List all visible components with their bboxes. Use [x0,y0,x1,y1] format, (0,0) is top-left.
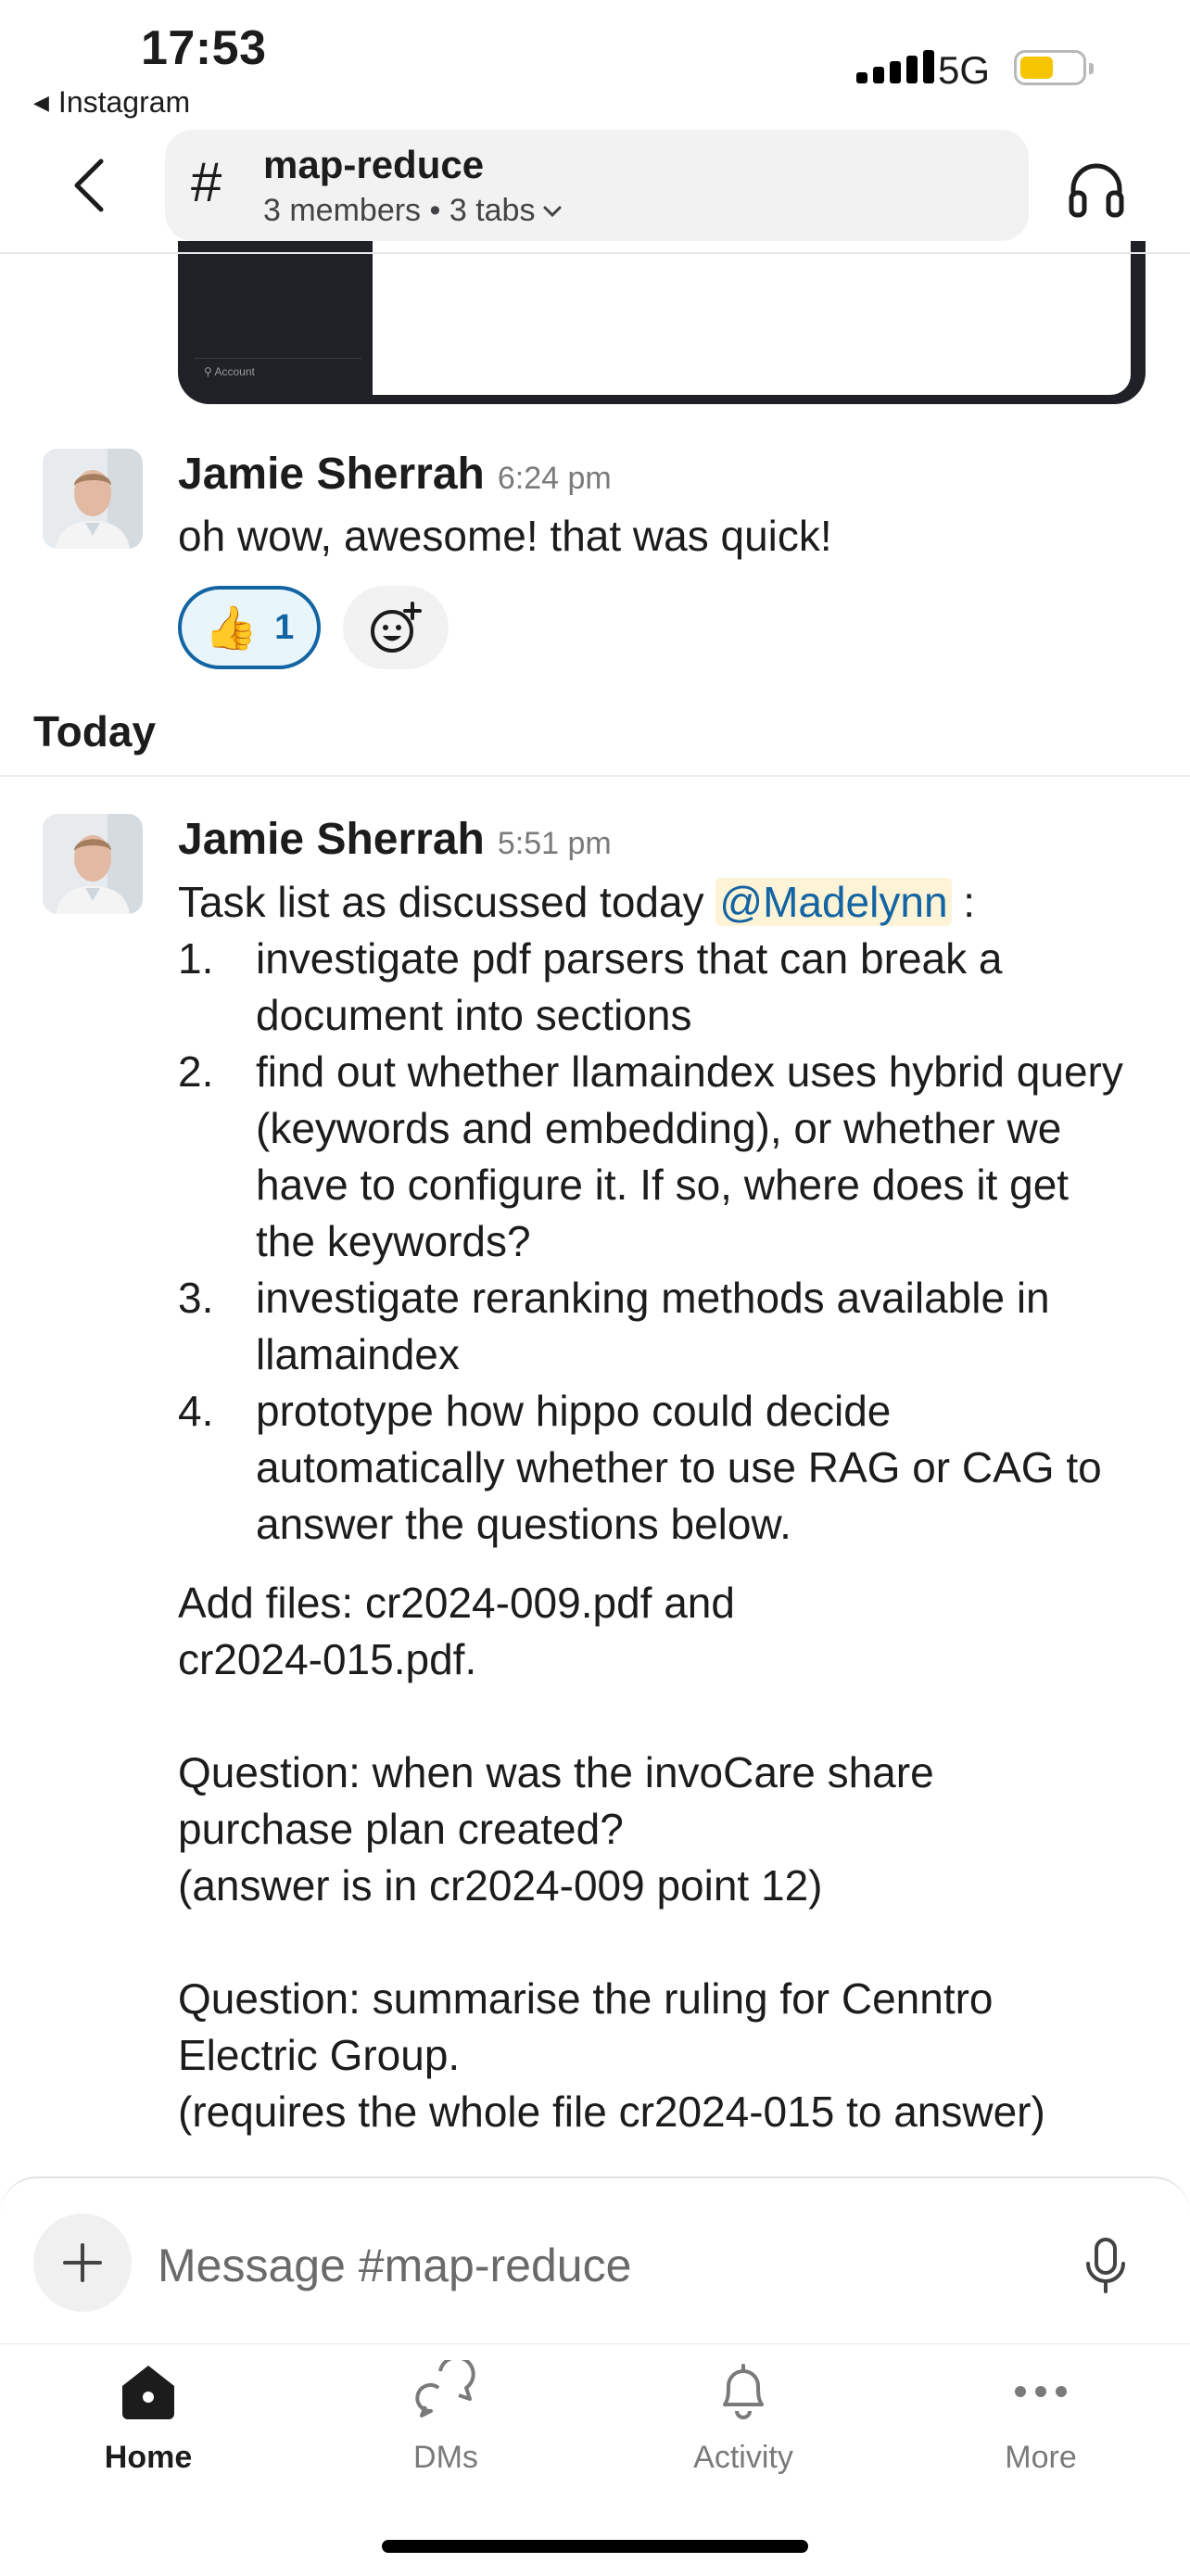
network-type: 5G [938,48,991,92]
bell-icon [723,2364,764,2419]
home-indicator [382,2540,808,2553]
paragraph-line: cr2024-015.pdf. [178,1635,477,1683]
date-divider [0,775,1190,777]
message-header: Jamie Sherrah 6:24 pm [178,449,612,500]
thumbs-up-icon: 👍 [204,603,259,652]
user-mention[interactable]: @Madelynn [715,878,952,926]
back-button[interactable] [56,148,120,222]
list-item: 1. investigate pdf parsers that can break… [178,931,1160,1044]
battery-icon [1014,50,1094,85]
avatar[interactable] [43,449,143,549]
image-attachment[interactable]: ⚲ Account [178,241,1146,404]
back-triangle-icon: ◀ [33,90,49,114]
avatar[interactable] [43,814,143,914]
back-app-label: Instagram [57,85,191,119]
headphones-icon [1069,163,1124,218]
tab-home[interactable]: Home [46,2360,250,2476]
cellular-signal-icon [856,50,934,83]
more-dots-icon [1015,2386,1067,2397]
chevron-down-icon [543,206,562,217]
tab-label: More [1005,2440,1077,2475]
tab-activity[interactable]: Activity [641,2360,845,2476]
message-body: Task list as discussed today @Madelynn :… [178,874,1160,2140]
chevron-left-icon [74,159,104,212]
channel-meta-text: 3 members • 3 tabs [263,193,536,228]
paragraph-line: (requires the whole file cr2024-015 to a… [178,2087,1045,2136]
home-icon [122,2366,174,2419]
intro-text: Task list as discussed today [178,878,704,926]
tab-dms[interactable]: DMs [344,2360,548,2476]
header-divider [0,252,1190,254]
message-input[interactable] [156,2232,1049,2299]
list-item: 2. find out whether llamaindex uses hybri… [178,1044,1160,1270]
paragraph-line: Question: summarise the ruling for Cennt… [178,1974,994,2023]
list-number: 4. [178,1387,214,1435]
list-item-text: find out whether llamaindex uses hybrid … [256,1047,1123,1265]
tab-label: Activity [693,2440,793,2475]
task-list: 1. investigate pdf parsers that can break… [178,931,1160,1553]
tab-label: Home [104,2440,193,2475]
sender-name[interactable]: Jamie Sherrah [178,449,485,500]
message-intro: Task list as discussed today @Madelynn : [178,874,1160,931]
sender-name[interactable]: Jamie Sherrah [178,814,485,865]
plus-icon [63,2243,102,2282]
date-divider-label: Today [33,707,157,755]
back-to-app-link[interactable]: ◀ Instagram [33,85,190,120]
list-item: 3. investigate reranking methods availabl… [178,1270,1160,1383]
add-emoji-icon [371,602,422,653]
chat-bubbles-icon [415,2360,475,2417]
battery-level-fill [1020,57,1053,79]
channel-meta: 3 members • 3 tabs [263,193,563,229]
list-number: 3. [178,1274,214,1322]
message-timestamp: 5:51 pm [497,826,612,861]
list-item: 4. prototype how hippo could decide autom… [178,1383,1160,1553]
paragraph-line: Add files: cr2024-009.pdf and [178,1579,735,1627]
paragraph-line: Electric Group. [178,2031,461,2079]
person-avatar-icon [43,814,143,914]
list-item-text: investigate pdf parsers that can break a… [256,934,1003,1039]
microphone-icon [1086,2238,1125,2293]
list-number: 2. [178,1047,214,1096]
add-reaction-button[interactable] [343,586,449,669]
voice-message-button[interactable] [1081,2234,1131,2299]
paragraph-line: Question: when was the invoCare share [178,1748,934,1796]
huddle-button[interactable] [1064,156,1129,221]
message-header: Jamie Sherrah 5:51 pm [178,814,612,865]
message-text: oh wow, awesome! that was quick! [178,512,832,560]
tab-more[interactable]: More [939,2360,1143,2476]
status-time: 17:53 [141,21,267,75]
reaction-thumbs-up[interactable]: 👍 1 [178,586,321,669]
channel-hash-icon: # [191,151,222,213]
message-paragraph: Add files: cr2024-009.pdf and cr2024-015… [178,1575,1160,1688]
add-attachment-button[interactable] [33,2214,132,2312]
message-paragraph: Question: summarise the ruling for Cennt… [178,1971,1160,2140]
list-number: 1. [178,934,214,983]
message-paragraph: Question: when was the invoCare share pu… [178,1745,1160,1914]
tab-label: DMs [413,2440,478,2475]
channel-name: map-reduce [263,143,485,186]
reaction-count: 1 [274,607,295,647]
message-timestamp: 6:24 pm [497,461,612,496]
list-item-text: investigate reranking methods available … [256,1274,1050,1378]
intro-suffix: : [951,878,976,926]
attachment-caption: ⚲ Account [204,365,255,378]
paragraph-line: purchase plan created? [178,1805,624,1853]
paragraph-line: (answer is in cr2024-009 point 12) [178,1861,823,1910]
list-item-text: prototype how hippo could decide automat… [256,1387,1102,1548]
person-avatar-icon [43,449,143,549]
